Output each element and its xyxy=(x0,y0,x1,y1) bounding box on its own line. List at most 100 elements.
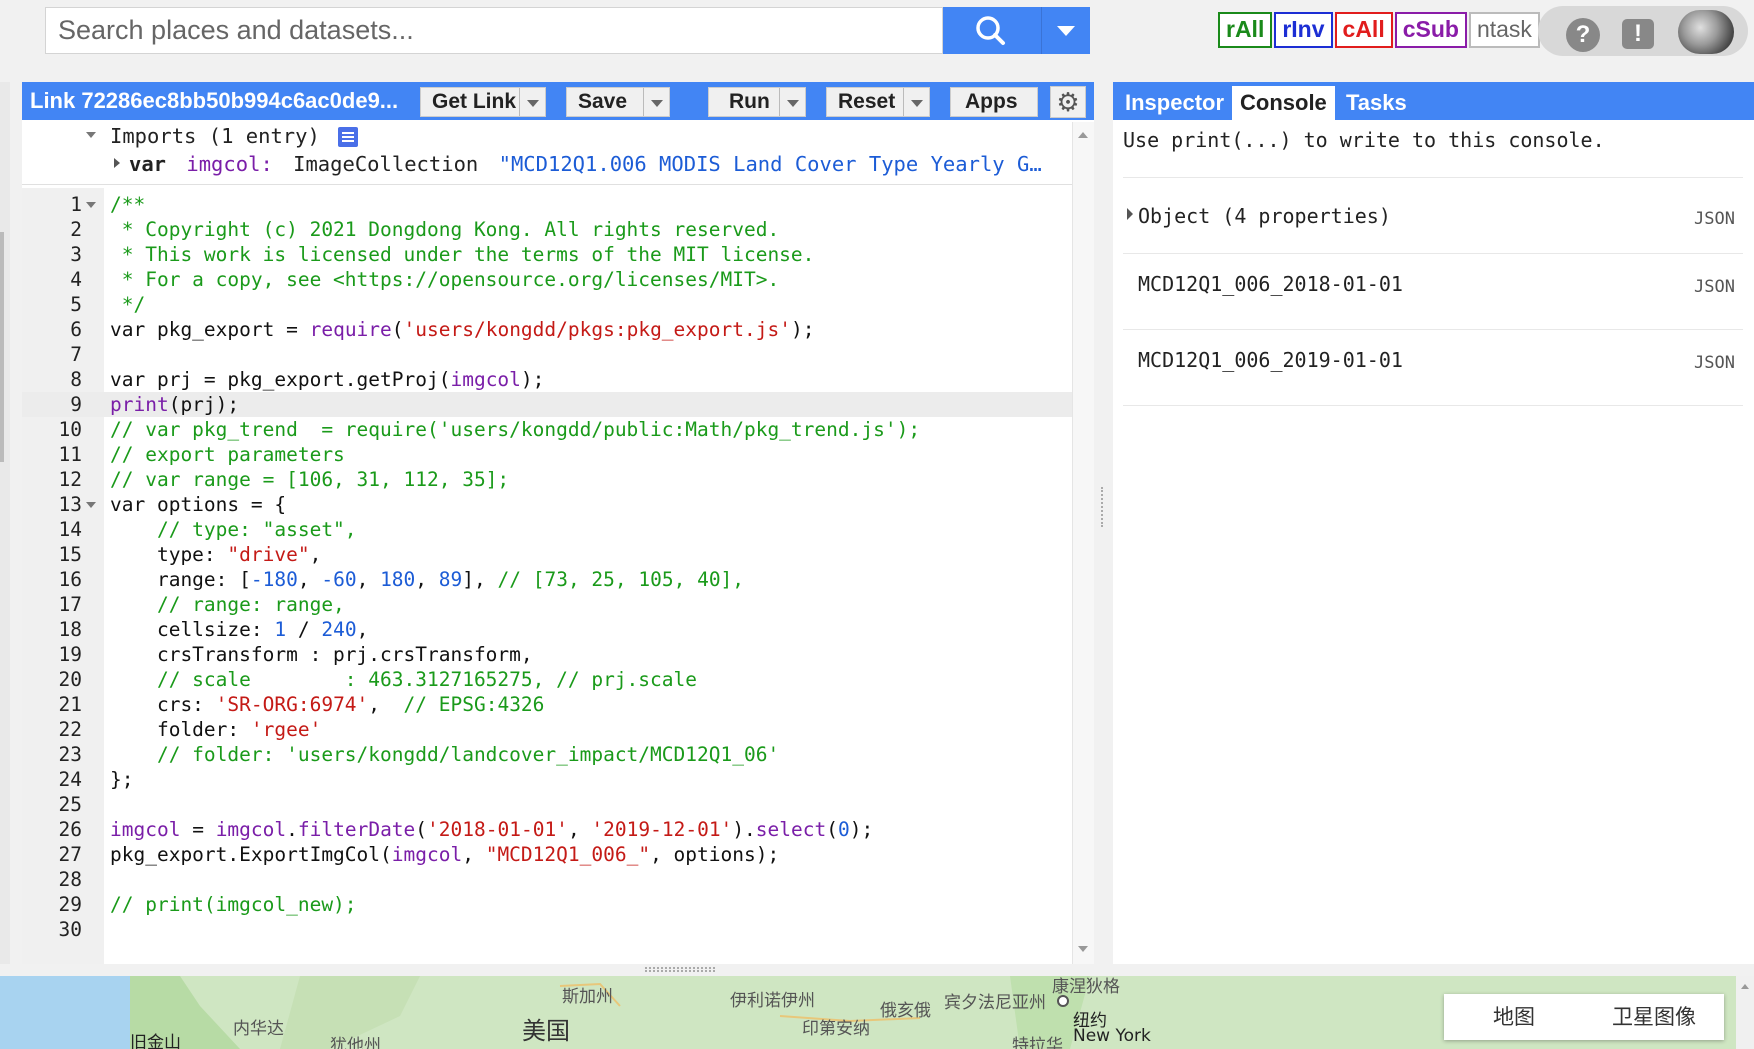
code-line[interactable]: 22 folder: 'rgee' xyxy=(22,717,1072,742)
code-text: */ xyxy=(110,293,146,316)
code-line[interactable]: 5 */ xyxy=(22,292,1072,317)
map-label: 宾夕法尼亚州 xyxy=(944,993,1046,1013)
console-row[interactable]: MCD12Q1_006_2019-01-01 JSON xyxy=(1123,330,1743,406)
code-text: cellsize: 1 / 240, xyxy=(110,618,369,641)
code-line[interactable]: 29 // print(imgcol_new); xyxy=(22,892,1072,917)
code-line[interactable]: 20 // scale : 463.3127165275, // prj.sca… xyxy=(22,667,1072,692)
line-number: 4 xyxy=(70,268,82,291)
tab-console[interactable]: Console xyxy=(1232,86,1335,120)
tab-inspector[interactable]: Inspector xyxy=(1117,86,1232,120)
search-input[interactable] xyxy=(58,8,918,53)
line-number: 29 xyxy=(58,893,82,916)
code-line[interactable]: 3 * This work is licensed under the term… xyxy=(22,242,1072,267)
imports-collapse-icon[interactable] xyxy=(86,132,96,138)
code-line[interactable]: 17 // range: range, xyxy=(22,592,1072,617)
fold-toggle-icon[interactable] xyxy=(86,502,96,508)
json-button[interactable]: JSON xyxy=(1694,353,1735,373)
apps-button[interactable]: Apps xyxy=(950,87,1038,117)
code-line[interactable]: 11 // export parameters xyxy=(22,442,1072,467)
help-icon[interactable]: ? xyxy=(1566,18,1600,52)
code-area[interactable]: 1/** 2 * Copyright (c) 2021 Dongdong Kong… xyxy=(22,188,1072,964)
map-type-map-button[interactable]: 地图 xyxy=(1444,994,1584,1040)
import-name: imgcol xyxy=(186,152,261,176)
json-button[interactable]: JSON xyxy=(1694,277,1735,297)
code-line[interactable]: 16 range: [-180, -60, 180, 89], // [73, … xyxy=(22,567,1072,592)
search-button[interactable] xyxy=(943,7,1041,54)
get-link-dropdown[interactable] xyxy=(519,88,545,116)
code-line[interactable]: 27 pkg_export.ExportImgCol(imgcol, "MCD12… xyxy=(22,842,1072,867)
right-panel: Inspector Console Tasks Use print(...) t… xyxy=(1113,82,1754,964)
code-line[interactable]: 15 type: "drive", xyxy=(22,542,1072,567)
chevron-down-icon xyxy=(527,100,539,107)
expand-icon[interactable] xyxy=(114,158,120,168)
extension-buttons: rAll rInv cAll cSub ntask xyxy=(1218,12,1542,48)
line-number: 13 xyxy=(58,493,82,516)
left-panel-edge[interactable] xyxy=(0,82,10,964)
ext-call-button[interactable]: cAll xyxy=(1334,12,1393,48)
code-line[interactable]: 19 crsTransform : prj.crsTransform, xyxy=(22,642,1072,667)
avatar[interactable] xyxy=(1678,10,1734,54)
code-text: var prj = pkg_export.getProj(imgcol); xyxy=(110,368,545,391)
import-keyword: var xyxy=(129,152,167,176)
feedback-icon[interactable]: ! xyxy=(1622,19,1654,49)
code-line[interactable]: 4 * For a copy, see <https://opensource.… xyxy=(22,267,1072,292)
map-view[interactable]: 旧金山 内华达 犹他州 斯加州 美国 伊利诺伊州 印第安纳 俄亥俄 宾夕法尼亚州… xyxy=(0,976,1754,1049)
code-line[interactable]: 9 print(prj); xyxy=(22,392,1072,417)
scroll-up-icon[interactable] xyxy=(1741,984,1749,989)
code-line[interactable]: 10 // var pkg_trend = require('users/kong… xyxy=(22,417,1072,442)
save-dropdown[interactable] xyxy=(643,88,669,116)
imports-script-icon[interactable] xyxy=(338,127,358,147)
settings-button[interactable]: ⚙ xyxy=(1050,86,1086,118)
horizontal-splitter[interactable] xyxy=(0,964,1754,976)
code-text: // print(imgcol_new); xyxy=(110,893,357,916)
scroll-down-icon[interactable] xyxy=(1078,946,1088,952)
code-line[interactable]: 30 xyxy=(22,917,1072,942)
map-type-satellite-button[interactable]: 卫星图像 xyxy=(1584,994,1724,1040)
map-scrollbar[interactable] xyxy=(1736,976,1754,1049)
code-line[interactable]: 21 crs: 'SR-ORG:6974', // EPSG:4326 xyxy=(22,692,1072,717)
map-label: New York xyxy=(1073,1026,1151,1046)
code-line[interactable]: 2 * Copyright (c) 2021 Dongdong Kong. Al… xyxy=(22,217,1072,242)
expand-icon[interactable] xyxy=(1127,208,1133,220)
vertical-splitter[interactable] xyxy=(1098,82,1108,964)
code-line[interactable]: 28 xyxy=(22,867,1072,892)
code-line[interactable]: 25 xyxy=(22,792,1072,817)
search-dropdown-button[interactable] xyxy=(1041,7,1090,54)
ext-rall-button[interactable]: rAll xyxy=(1218,12,1273,48)
code-line[interactable]: 24}; xyxy=(22,767,1072,792)
tab-tasks[interactable]: Tasks xyxy=(1338,86,1415,120)
console-row[interactable]: MCD12Q1_006_2018-01-01 JSON xyxy=(1123,254,1743,330)
editor-scrollbar[interactable] xyxy=(1072,122,1094,964)
ext-csub-button[interactable]: cSub xyxy=(1394,12,1467,48)
map-type-toggle: 地图 卫星图像 xyxy=(1444,994,1724,1040)
code-line[interactable]: 23 // folder: 'users/kongdd/landcover_im… xyxy=(22,742,1072,767)
ext-ntask-button[interactable]: ntask xyxy=(1468,12,1540,48)
code-line[interactable]: 6 var pkg_export = require('users/kongdd/… xyxy=(22,317,1072,342)
code-line[interactable]: 12 // var range = [106, 31, 112, 35]; xyxy=(22,467,1072,492)
get-link-button[interactable]: Get Link xyxy=(420,87,546,117)
code-line[interactable]: 7 xyxy=(22,342,1072,367)
code-line[interactable]: 26 imgcol = imgcol.filterDate('2018-01-01… xyxy=(22,817,1072,842)
code-line[interactable]: 13 var options = { xyxy=(22,492,1072,517)
line-number: 5 xyxy=(70,293,82,316)
reset-button[interactable]: Reset xyxy=(826,87,930,117)
run-dropdown[interactable] xyxy=(779,88,805,116)
code-text: // var pkg_trend = require('users/kongdd… xyxy=(110,418,921,441)
run-button[interactable]: Run xyxy=(708,87,806,117)
code-text: // type: "asset", xyxy=(110,518,357,541)
ext-rinv-button[interactable]: rInv xyxy=(1274,12,1333,48)
reset-dropdown[interactable] xyxy=(903,88,929,116)
map-label: 斯加州 xyxy=(562,987,613,1007)
import-entry[interactable]: var imgcol: ImageCollection "MCD12Q1.006… xyxy=(129,152,1042,176)
code-line[interactable]: 8 var prj = pkg_export.getProj(imgcol); xyxy=(22,367,1072,392)
console-row[interactable]: Object (4 properties) JSON xyxy=(1123,178,1743,254)
json-button[interactable]: JSON xyxy=(1694,209,1735,229)
search-box xyxy=(45,7,943,54)
fold-toggle-icon[interactable] xyxy=(86,202,96,208)
code-line[interactable]: 14 // type: "asset", xyxy=(22,517,1072,542)
line-number: 27 xyxy=(58,843,82,866)
save-button[interactable]: Save xyxy=(566,87,670,117)
code-line[interactable]: 1 /** xyxy=(22,192,1072,217)
scroll-up-icon[interactable] xyxy=(1078,132,1088,138)
code-line[interactable]: 18 cellsize: 1 / 240, xyxy=(22,617,1072,642)
